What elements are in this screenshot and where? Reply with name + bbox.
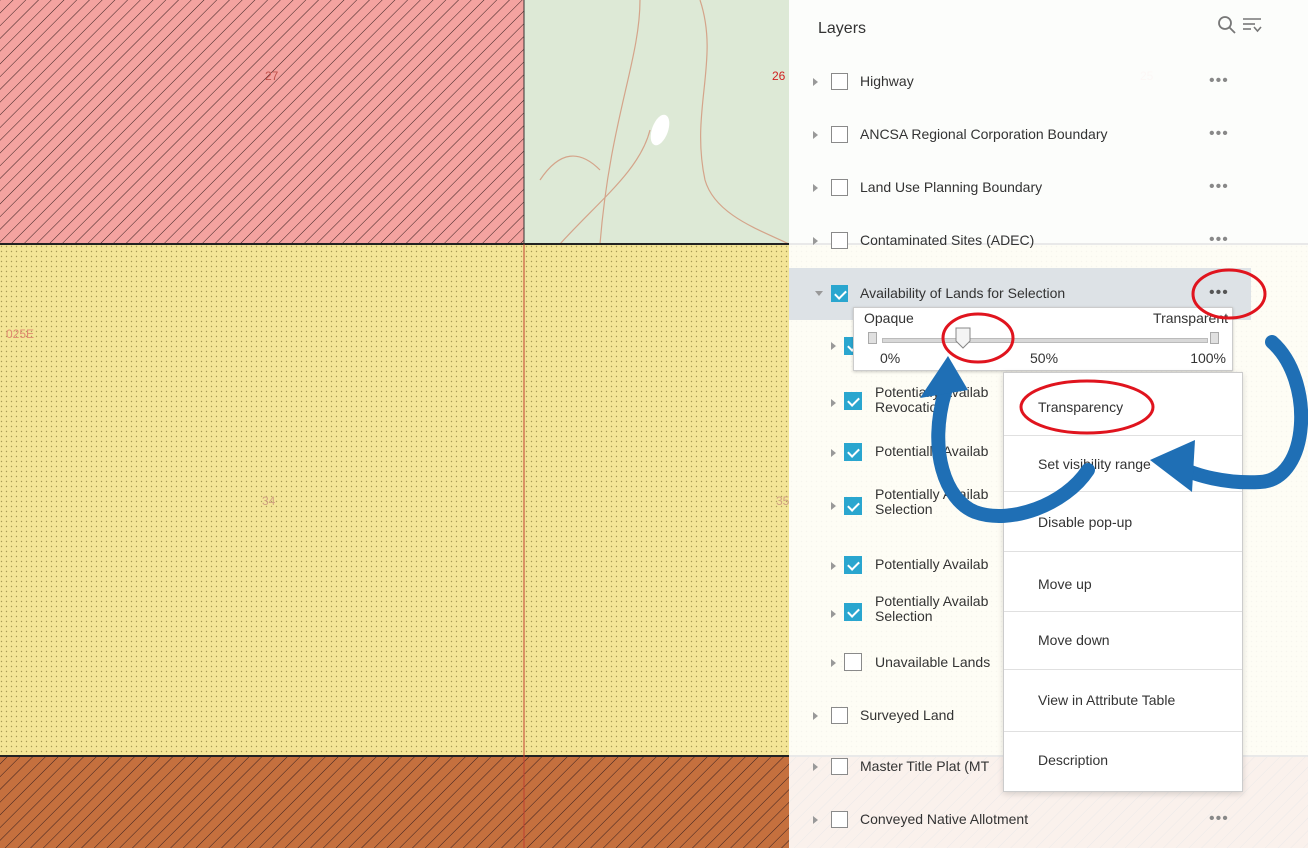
sublayer-checkbox-checked[interactable] [844,603,862,621]
menu-item-disable-popup[interactable]: Disable pop-up [1004,491,1242,547]
panel-title: Layers [818,20,867,37]
layer-row-contaminated-sites[interactable]: Contaminated Sites (ADEC) ••• [789,217,1308,269]
layer-options-menu: Transparency Set visibility range Disabl… [1003,372,1243,792]
layer-checkbox[interactable] [831,811,848,828]
sublayer-label: Potentially Availab Selection [875,487,989,517]
layer-label: Master Title Plat (MT [860,758,990,774]
map-range-label: 025E [6,327,34,341]
sublayer-checkbox-checked[interactable] [844,497,862,515]
expand-arrow-icon[interactable] [831,610,836,618]
slider-left-label: Opaque [864,310,914,326]
sublayer-checkbox-checked[interactable] [844,392,862,410]
sublayer-label: Potentially Availab [875,557,989,572]
sublayer-checkbox[interactable] [844,653,862,671]
expand-arrow-icon[interactable] [813,763,818,771]
layer-checkbox[interactable] [831,126,848,143]
menu-item-move-up[interactable]: Move up [1004,551,1242,607]
map-section-label: 27 [265,69,279,83]
more-options-icon[interactable]: ••• [1209,231,1229,249]
layer-checkbox[interactable] [831,758,848,775]
expand-arrow-icon[interactable] [831,502,836,510]
layer-label: Conveyed Native Allotment [860,811,1029,827]
layer-label: Availability of Lands for Selection [860,285,1066,301]
more-options-icon[interactable]: ••• [1209,284,1229,302]
slider-mid-label: 50% [1030,350,1059,366]
expand-arrow-icon[interactable] [831,399,836,407]
layer-row-ancsa[interactable]: ANCSA Regional Corporation Boundary ••• [789,111,1308,163]
slider-max-label: 100% [1190,350,1226,366]
map-section-label: 26 [772,69,786,83]
search-icon[interactable] [1216,14,1238,36]
transparency-slider-thumb[interactable] [955,327,971,349]
layer-label: Surveyed Land [860,707,955,723]
menu-item-transparency[interactable]: Transparency [1004,379,1242,435]
map-section-label: 35 [776,494,790,508]
layer-row-conveyed-native-allotment[interactable]: Conveyed Native Allotment ••• [789,796,1308,848]
expand-arrow-icon[interactable] [813,78,818,86]
expand-arrow-icon[interactable] [813,184,818,192]
slider-decrement-button[interactable] [868,332,877,344]
transparency-slider-popup: Opaque Transparent 0% 50% 100% [853,307,1233,371]
slider-min-label: 0% [880,350,901,366]
expand-arrow-icon[interactable] [813,816,818,824]
sublayer-checkbox-checked[interactable] [844,556,862,574]
sublayer-label: Potentially Availab Selection [875,594,989,624]
expand-arrow-icon[interactable] [813,712,818,720]
expand-arrow-icon[interactable] [813,131,818,139]
sublayer-checkbox-checked[interactable] [844,443,862,461]
expand-arrow-icon[interactable] [813,237,818,245]
layer-label: ANCSA Regional Corporation Boundary [860,126,1108,142]
transparency-slider-track[interactable] [882,338,1208,343]
menu-item-move-down[interactable]: Move down [1004,611,1242,667]
more-options-icon[interactable]: ••• [1209,810,1229,828]
slider-right-label: Transparent [1153,310,1228,326]
layer-checkbox[interactable] [831,179,848,196]
menu-item-set-visibility-range[interactable]: Set visibility range [1004,435,1242,491]
layer-checkbox[interactable] [831,707,848,724]
map-section-label: 34 [262,494,276,508]
layer-checkbox-checked[interactable] [831,285,848,302]
filter-icon[interactable] [1240,14,1264,36]
expand-arrow-icon[interactable] [831,342,836,350]
expand-arrow-icon[interactable] [831,659,836,667]
expand-arrow-icon[interactable] [831,449,836,457]
layer-label: Contaminated Sites (ADEC) [860,232,1035,248]
layer-checkbox[interactable] [831,73,848,90]
more-options-icon[interactable]: ••• [1209,178,1229,196]
sublayer-label: Potentially Availab Revocation [875,385,989,415]
layer-row-highway[interactable]: Highway ••• [789,58,1308,110]
more-options-icon[interactable]: ••• [1209,125,1229,143]
layer-row-land-use[interactable]: Land Use Planning Boundary ••• [789,164,1308,216]
expand-arrow-icon[interactable] [831,562,836,570]
menu-item-view-attribute-table[interactable]: View in Attribute Table [1004,669,1242,731]
sublayer-label: Unavailable Lands [875,655,991,670]
slider-increment-button[interactable] [1210,332,1219,344]
more-options-icon[interactable]: ••• [1209,72,1229,90]
layer-checkbox[interactable] [831,232,848,249]
collapse-arrow-icon[interactable] [815,291,823,296]
menu-item-description[interactable]: Description [1004,731,1242,791]
layer-label: Land Use Planning Boundary [860,179,1043,195]
sublayer-label: Potentially Availab [875,444,989,459]
layer-label: Highway [860,73,914,89]
